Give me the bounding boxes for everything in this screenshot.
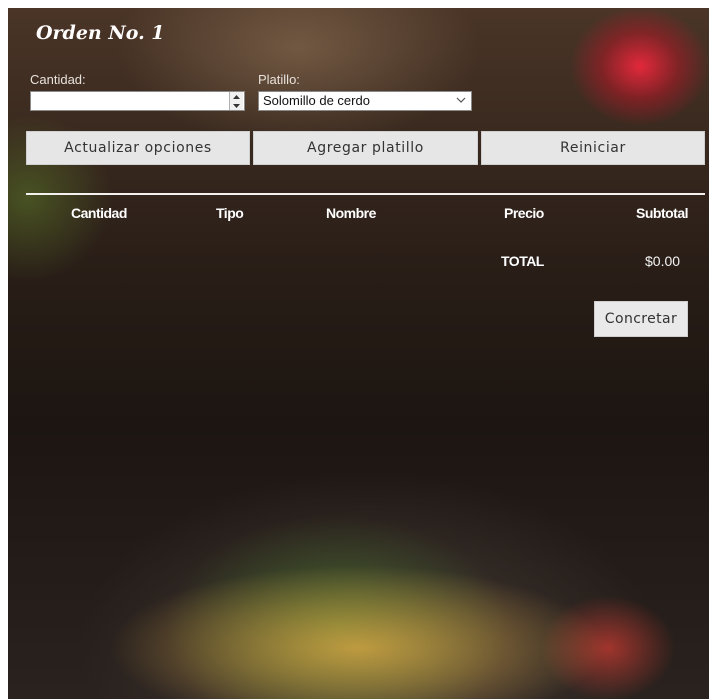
column-header-quantity: Cantidad: [71, 205, 127, 221]
order-panel: Orden No. 1 Cantidad: Platillo: Solomill…: [8, 8, 709, 699]
column-header-name: Nombre: [326, 205, 376, 221]
update-options-button[interactable]: Actualizar opciones: [26, 131, 250, 165]
quantity-label: Cantidad:: [30, 72, 86, 87]
total-value: $0.00: [645, 253, 681, 269]
reset-button[interactable]: Reiniciar: [481, 131, 705, 165]
dish-select[interactable]: Solomillo de cerdo: [258, 91, 472, 111]
total-label: TOTAL: [501, 253, 544, 269]
add-dish-button[interactable]: Agregar platillo: [253, 131, 478, 165]
dish-label: Platillo:: [258, 72, 300, 87]
dish-select-value: Solomillo de cerdo: [263, 93, 370, 108]
column-header-subtotal: Subtotal: [636, 205, 689, 221]
column-header-price: Precio: [504, 205, 544, 221]
chevron-down-icon: [456, 94, 466, 109]
step-down-icon[interactable]: [230, 101, 243, 110]
quantity-input[interactable]: [30, 91, 245, 111]
divider: [26, 193, 705, 195]
quantity-stepper[interactable]: [229, 92, 243, 110]
column-header-type: Tipo: [216, 205, 244, 221]
step-up-icon[interactable]: [230, 92, 243, 101]
confirm-button[interactable]: Concretar: [594, 301, 688, 337]
order-title: Orden No. 1: [36, 22, 165, 44]
